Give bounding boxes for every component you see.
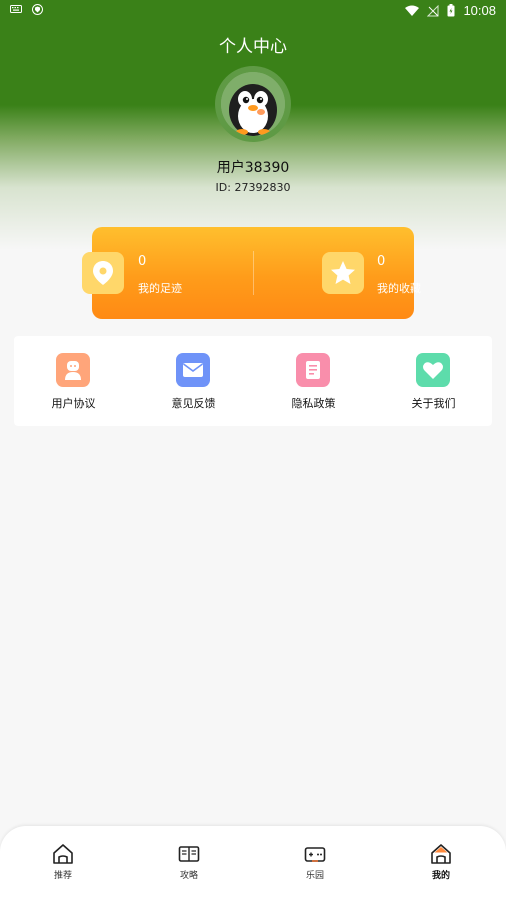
username: 用户38390 bbox=[216, 160, 290, 176]
menu-item-privacy-policy[interactable]: 隐私政策 bbox=[254, 336, 373, 426]
location-pin-icon bbox=[82, 252, 124, 294]
user-id: ID: 27392830 bbox=[215, 181, 291, 194]
user-agreement-icon bbox=[56, 353, 90, 387]
menu-item-feedback[interactable]: 意见反馈 bbox=[134, 336, 253, 426]
book-icon bbox=[178, 846, 200, 862]
penguin-avatar-icon bbox=[221, 72, 285, 136]
menu-card: 用户协议 意见反馈 隐私政策 关于我们 bbox=[14, 336, 492, 426]
tab-recommend[interactable]: 推荐 bbox=[0, 826, 126, 899]
home-icon bbox=[53, 844, 73, 864]
menu-label-about-us: 关于我们 bbox=[411, 397, 456, 410]
menu-label-user-agreement: 用户协议 bbox=[51, 397, 96, 410]
footprint-label: 我的足迹 bbox=[138, 282, 182, 295]
favorites-label: 我的收藏 bbox=[377, 282, 421, 295]
tab-park[interactable]: 乐园 bbox=[252, 826, 378, 899]
tab-label-park: 乐园 bbox=[305, 871, 324, 881]
tab-label-mine: 我的 bbox=[431, 871, 450, 881]
tab-label-guides: 攻略 bbox=[179, 871, 198, 881]
favorites-count: 0 bbox=[377, 254, 386, 269]
menu-item-user-agreement[interactable]: 用户协议 bbox=[14, 336, 133, 426]
battery-icon bbox=[447, 4, 455, 17]
document-icon bbox=[296, 353, 330, 387]
status-bar: 10:08 bbox=[0, 0, 506, 22]
footprint-stat[interactable]: 0 我的足迹 bbox=[82, 227, 253, 319]
menu-label-feedback: 意见反馈 bbox=[171, 397, 216, 410]
star-icon bbox=[322, 252, 364, 294]
avatar[interactable] bbox=[215, 66, 291, 142]
menu-item-about-us[interactable]: 关于我们 bbox=[374, 336, 493, 426]
favorites-stat[interactable]: 0 我的收藏 bbox=[253, 227, 421, 319]
footprint-count: 0 bbox=[138, 254, 147, 269]
bottom-tab-bar: 推荐 攻略 乐园 我的 bbox=[0, 826, 506, 899]
stats-card: 0 我的足迹 0 我的收藏 bbox=[82, 227, 421, 319]
shield-icon bbox=[32, 4, 43, 15]
tab-mine[interactable]: 我的 bbox=[378, 826, 504, 899]
envelope-icon bbox=[176, 353, 210, 387]
keyboard-icon bbox=[10, 5, 22, 13]
tab-guides[interactable]: 攻略 bbox=[126, 826, 252, 899]
page-title: 个人中心 bbox=[219, 37, 287, 57]
no-signal-icon bbox=[427, 4, 439, 16]
heart-icon bbox=[416, 353, 450, 387]
profile-home-icon bbox=[431, 844, 451, 864]
wifi-icon bbox=[405, 5, 420, 16]
menu-label-privacy-policy: 隐私政策 bbox=[291, 397, 336, 410]
tab-label-recommend: 推荐 bbox=[53, 871, 72, 881]
gamepad-icon bbox=[304, 847, 326, 862]
status-time: 10:08 bbox=[463, 3, 496, 18]
